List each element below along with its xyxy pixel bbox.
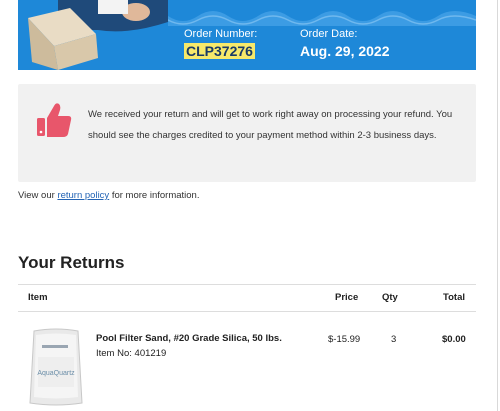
divider bbox=[497, 0, 498, 411]
row-price: $-15.99 bbox=[328, 334, 361, 345]
product-image: AquaQuartz bbox=[29, 328, 83, 406]
policy-suffix: for more information. bbox=[109, 190, 200, 201]
order-number-block: Order Number: CLP37276 bbox=[184, 28, 257, 61]
order-number-value: CLP37276 bbox=[184, 43, 255, 59]
thumbs-up-icon bbox=[37, 103, 72, 137]
return-policy-link[interactable]: return policy bbox=[57, 190, 109, 201]
returns-table-header: Item Price Qty Total bbox=[18, 284, 476, 312]
order-banner: Order Number: CLP37276 Order Date: Aug. … bbox=[18, 0, 476, 70]
policy-prefix: View our bbox=[18, 190, 58, 201]
order-date-block: Order Date: Aug. 29, 2022 bbox=[300, 28, 390, 59]
return-notice: We received your return and will get to … bbox=[18, 84, 476, 182]
row-qty: 3 bbox=[391, 334, 397, 345]
product-name[interactable]: Pool Filter Sand, #20 Grade Silica, 50 l… bbox=[96, 333, 282, 344]
column-item: Item bbox=[28, 292, 48, 303]
email-view: Order Number: CLP37276 Order Date: Aug. … bbox=[0, 0, 500, 411]
row-total: $0.00 bbox=[442, 334, 466, 345]
product-item-number: Item No: 401219 bbox=[96, 348, 167, 359]
order-date-label: Order Date: bbox=[300, 28, 358, 40]
column-price: Price bbox=[335, 292, 359, 303]
bag-label: AquaQuartz bbox=[37, 370, 75, 377]
delivery-person-image bbox=[18, 0, 168, 70]
policy-line: View our return policy for more informat… bbox=[18, 190, 199, 201]
returns-title: Your Returns bbox=[18, 253, 125, 272]
order-number-label: Order Number: bbox=[184, 28, 258, 40]
column-qty: Qty bbox=[382, 292, 398, 303]
order-date-value: Aug. 29, 2022 bbox=[300, 43, 390, 59]
column-total: Total bbox=[443, 292, 465, 303]
table-row: AquaQuartz Pool Filter Sand, #20 Grade S… bbox=[18, 314, 476, 411]
notice-text: We received your return and will get to … bbox=[88, 109, 453, 141]
